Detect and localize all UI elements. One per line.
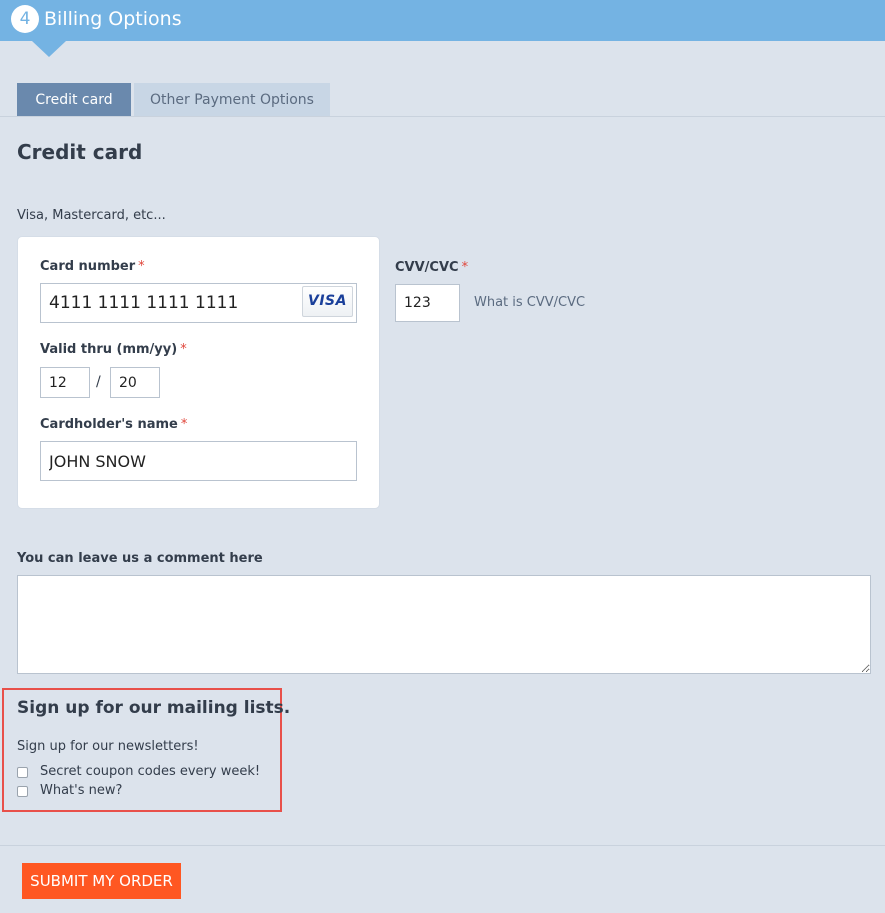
- tab-divider: [0, 116, 885, 117]
- card-number-label: Card number *: [40, 259, 145, 274]
- mailing-list-title: Sign up for our mailing lists.: [17, 698, 291, 718]
- cardholder-name-label: Cardholder's name *: [40, 417, 188, 432]
- required-marker: *: [180, 342, 187, 357]
- step-title: Billing Options: [44, 8, 182, 30]
- required-marker: *: [461, 260, 469, 275]
- coupon-codes-checkbox[interactable]: [17, 767, 28, 778]
- mailing-list-subtitle: Sign up for our newsletters!: [17, 739, 199, 754]
- required-marker: *: [180, 417, 188, 432]
- expiry-separator: /: [96, 374, 101, 390]
- cvv-help-link[interactable]: What is CVV/CVC: [474, 295, 585, 310]
- step-header-pointer: [32, 41, 66, 57]
- valid-thru-label: Valid thru (mm/yy) *: [40, 342, 187, 357]
- visa-logo-icon: VISA: [302, 286, 353, 317]
- cardholder-name-input[interactable]: [40, 441, 357, 481]
- step-header: 4 Billing Options: [0, 0, 885, 41]
- cvv-input[interactable]: [395, 284, 460, 322]
- tab-credit-card[interactable]: Credit card: [17, 83, 131, 117]
- whats-new-label[interactable]: What's new?: [40, 783, 122, 798]
- accepted-cards-note: Visa, Mastercard, etc...: [17, 208, 166, 223]
- step-number-badge: 4: [11, 5, 39, 33]
- cvv-label: CVV/CVC *: [395, 260, 469, 275]
- submit-order-button[interactable]: SUBMIT MY ORDER: [22, 863, 181, 899]
- comment-label: You can leave us a comment here: [17, 551, 263, 566]
- whats-new-checkbox[interactable]: [17, 786, 28, 797]
- comment-textarea[interactable]: [17, 575, 871, 674]
- footer-divider: [0, 845, 885, 846]
- expiry-month-input[interactable]: [40, 367, 90, 398]
- coupon-codes-label[interactable]: Secret coupon codes every week!: [40, 764, 260, 779]
- required-marker: *: [138, 259, 145, 274]
- expiry-year-input[interactable]: [110, 367, 160, 398]
- section-title: Credit card: [17, 140, 143, 164]
- tab-other-payment-options[interactable]: Other Payment Options: [134, 83, 330, 117]
